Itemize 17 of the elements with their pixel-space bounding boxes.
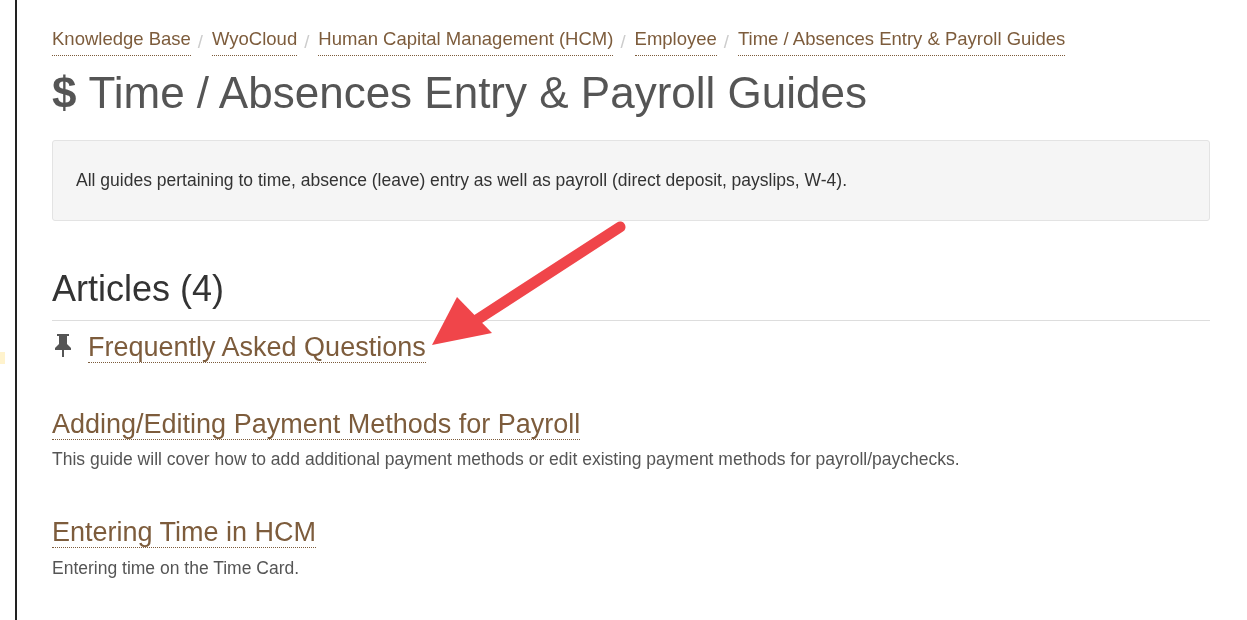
breadcrumb-link[interactable]: Human Capital Management (HCM) [318,28,614,56]
article-link[interactable]: Frequently Asked Questions [88,332,426,364]
article-summary: This guide will cover how to add additional payment methods or edit existing payment methods for payroll/paychecks. [52,447,961,471]
breadcrumb-link[interactable]: Employee [634,28,717,56]
page-title: Time / Absences Entry & Payroll Guides [88,67,867,117]
dollar-icon: $ [52,67,77,117]
breadcrumb-link[interactable]: WyoCloud [212,28,298,56]
breadcrumb-separator: / [196,30,204,54]
breadcrumb-separator: / [619,30,627,54]
breadcrumb-separator: / [722,30,730,54]
breadcrumb-link[interactable]: Knowledge Base [52,28,191,56]
article-link[interactable]: Adding/Editing Payment Methods for Payroll [52,408,581,440]
article-link[interactable]: Entering Time in HCM [52,517,317,549]
category-description: All guides pertaining to time, absence (leave) entry as well as payroll (direct deposit, payslips, W-4). [52,140,1210,221]
article-summary: Entering time on the Time Card. [52,556,301,580]
breadcrumb-link[interactable]: Time / Absences Entry & Payroll Guides [737,28,1066,56]
breadcrumb-separator: / [303,30,311,54]
